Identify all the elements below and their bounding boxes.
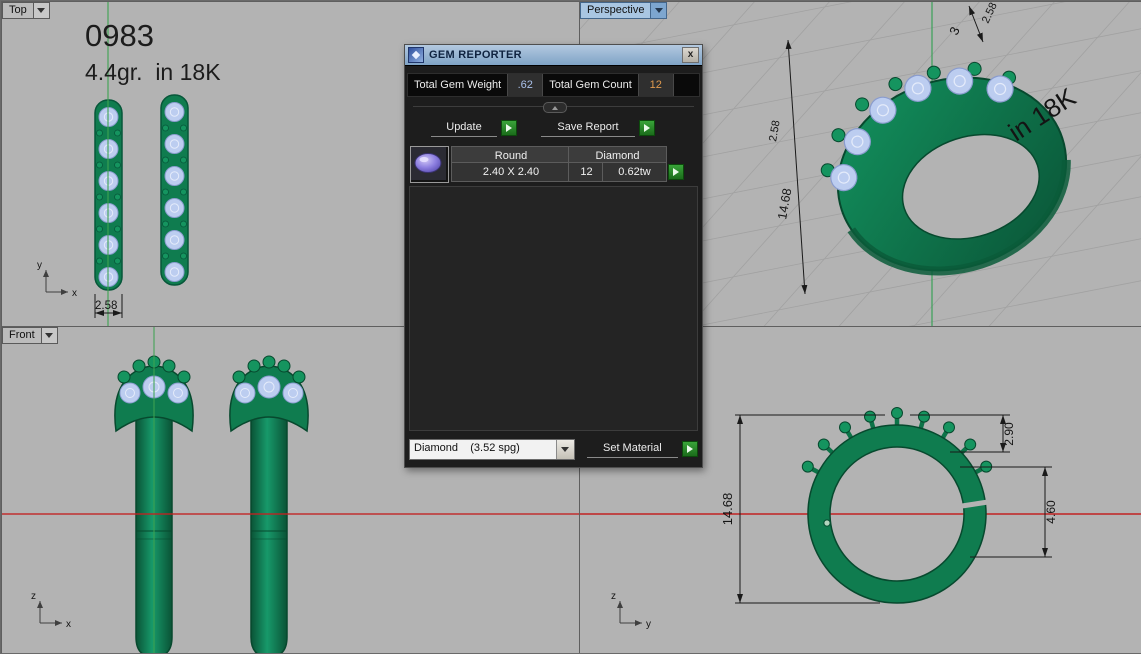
sku-annotation: 0983: [85, 18, 154, 53]
viewport-label-perspective[interactable]: Perspective: [580, 2, 668, 19]
chevron-down-icon: [561, 446, 570, 452]
axis-label-z: z: [611, 591, 616, 602]
gem-thumbnail-image: [411, 147, 446, 180]
gem-row-go-button[interactable]: [668, 164, 684, 180]
gem-thumbnail[interactable]: [410, 146, 449, 183]
gem-list-area[interactable]: [409, 186, 698, 431]
ring-3d: [820, 61, 1071, 276]
arrow-right-icon: [673, 168, 679, 176]
total-gem-weight-label: Total Gem Weight: [414, 79, 502, 91]
viewport-label-text: Front: [2, 327, 42, 344]
rollup-handle[interactable]: [542, 102, 567, 113]
update-go-button[interactable]: [501, 120, 517, 136]
arrow-right-icon: [506, 124, 512, 132]
viewport-label-front[interactable]: Front: [2, 327, 58, 344]
axis-label-y: y: [37, 260, 42, 271]
viewport-label-text: Top: [2, 2, 34, 19]
material-select-value: Diamond (3.52 spg): [414, 441, 520, 454]
gem-totals-bar: Total Gem Weight .62 Total Gem Count 12: [407, 73, 700, 97]
arrow-right-icon: [687, 445, 693, 453]
chevron-up-icon: [551, 105, 558, 110]
total-gem-count-value: 12: [637, 74, 674, 96]
chevron-down-icon: [45, 333, 54, 338]
material-select-dropdown-button[interactable]: [555, 439, 574, 459]
axis-indicator: [43, 270, 68, 295]
dimension-label: 14.68: [775, 187, 794, 220]
axis-label-x: x: [72, 288, 77, 299]
weight-annotation: 4.4gr. in 18K: [85, 59, 221, 85]
set-material-go-button[interactable]: [682, 441, 698, 457]
viewport-label-top[interactable]: Top: [2, 2, 50, 19]
viewport-menu-button[interactable]: [33, 2, 50, 19]
gem-count-cell: 12: [568, 162, 605, 182]
cad-workspace: 2.58 y x Top 0983 4.4gr. in 18K 2.58 14.…: [0, 0, 1141, 654]
axis-indicator: [617, 601, 642, 626]
update-button[interactable]: Update: [431, 119, 497, 137]
axis-label-z: z: [31, 591, 36, 602]
axis-label-y: y: [646, 619, 651, 630]
gem-size-cell: 2.40 X 2.40: [451, 162, 571, 182]
viewport-menu-button[interactable]: [651, 2, 668, 19]
chevron-down-icon: [37, 8, 46, 13]
dialog-body: Total Gem Weight .62 Total Gem Count 12 …: [405, 65, 702, 467]
dimension-label: 2.90: [1002, 422, 1016, 446]
rollup-divider: [413, 102, 694, 113]
dimension-label: 2.58: [95, 300, 117, 312]
axis-indicator: [37, 601, 62, 626]
dimension-label: 4.60: [1044, 500, 1058, 524]
gem-reporter-icon: [408, 47, 424, 63]
viewport-label-text: Perspective: [580, 2, 652, 19]
save-report-go-button[interactable]: [639, 120, 655, 136]
save-report-button[interactable]: Save Report: [541, 119, 635, 137]
gem-carat-cell: 0.62tw: [602, 162, 667, 182]
axis-label-x: x: [66, 619, 71, 630]
dialog-title: GEM REPORTER: [429, 49, 522, 61]
dimension-label: 2.58: [767, 119, 783, 142]
close-button[interactable]: x: [682, 47, 699, 63]
action-button-row: Update Save Report: [405, 118, 702, 138]
total-gem-weight-value: .62: [507, 74, 544, 96]
total-gem-count-label: Total Gem Count: [549, 79, 632, 91]
set-material-button[interactable]: Set Material: [586, 440, 678, 458]
dialog-titlebar[interactable]: GEM REPORTER x: [405, 45, 702, 65]
viewport-menu-button[interactable]: [41, 327, 58, 344]
chevron-down-icon: [654, 8, 663, 13]
dimension-label: 2.58: [980, 2, 1000, 25]
material-row: Diamond (3.52 spg) Set Material: [409, 438, 698, 460]
dimension-label: 14.68: [720, 493, 735, 526]
material-select[interactable]: Diamond (3.52 spg): [409, 438, 575, 460]
gem-table: Round Diamond 2.40 X 2.40 12 0.62tw: [410, 146, 697, 183]
arrow-right-icon: [644, 124, 650, 132]
pilot-hole: [823, 519, 831, 527]
sku-partial-label: 3: [946, 24, 963, 37]
gem-reporter-dialog[interactable]: GEM REPORTER x Total Gem Weight .62 Tota…: [404, 44, 703, 468]
